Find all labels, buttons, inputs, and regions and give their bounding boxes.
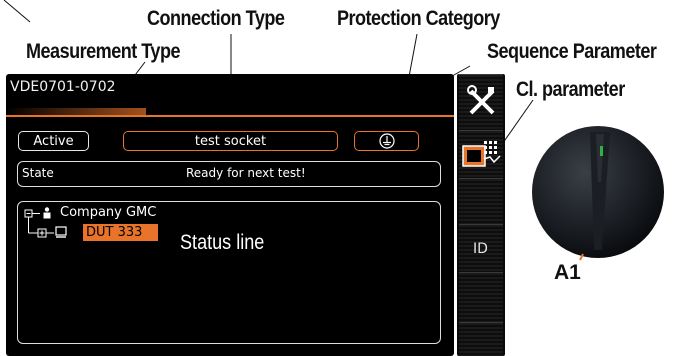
id-label: ID (473, 241, 488, 257)
callout-measurement-type: Measurement Type (26, 40, 181, 63)
state-label: State (22, 166, 54, 180)
softkey-5[interactable] (459, 272, 503, 322)
title-separator (6, 115, 454, 117)
protection-category-button[interactable] (354, 131, 419, 151)
company-icon (43, 207, 51, 219)
softkey-3[interactable] (459, 178, 503, 224)
tree-expand-icon (37, 228, 47, 238)
callout-connection-type: Connection Type (147, 7, 285, 30)
mode-button-label: Active (33, 133, 74, 149)
state-value: Ready for next test! (186, 166, 306, 180)
id-button[interactable]: ID (459, 224, 503, 272)
rotary-knob[interactable] (528, 122, 668, 262)
protection-ground-icon (378, 133, 395, 149)
tools-icon (467, 85, 495, 115)
knob-label: A1 (554, 261, 581, 284)
softkey-bar: ID (457, 74, 505, 356)
device-screen: VDE0701-0702 Active test socket State Re… (6, 74, 454, 356)
callout-sequence-parameter: Sequence Parameter (487, 40, 657, 63)
tree-root-item[interactable]: Company GMC (60, 205, 156, 220)
connection-type-button[interactable]: test socket (123, 131, 338, 151)
callout-status-line: Status line (180, 231, 265, 254)
device-icon (55, 226, 67, 238)
callout-protection-category: Protection Category (337, 7, 500, 30)
tree-selected-item[interactable]: DUT 333 (83, 224, 159, 241)
cl-parameter-button[interactable] (459, 130, 503, 178)
callout-cl-parameter: Cl. parameter (516, 78, 625, 101)
status-line: State Ready for next test! (17, 161, 441, 187)
device-tree: Company GMC DUT 333 Status line (17, 201, 441, 344)
mode-button[interactable]: Active (18, 131, 89, 151)
connection-type-label: test socket (194, 133, 267, 149)
softkey-6[interactable] (459, 322, 503, 356)
sequence-parameter-button[interactable] (459, 74, 503, 130)
measurement-type-title: VDE0701-0702 (10, 79, 116, 95)
parameter-grid-icon (462, 141, 501, 167)
